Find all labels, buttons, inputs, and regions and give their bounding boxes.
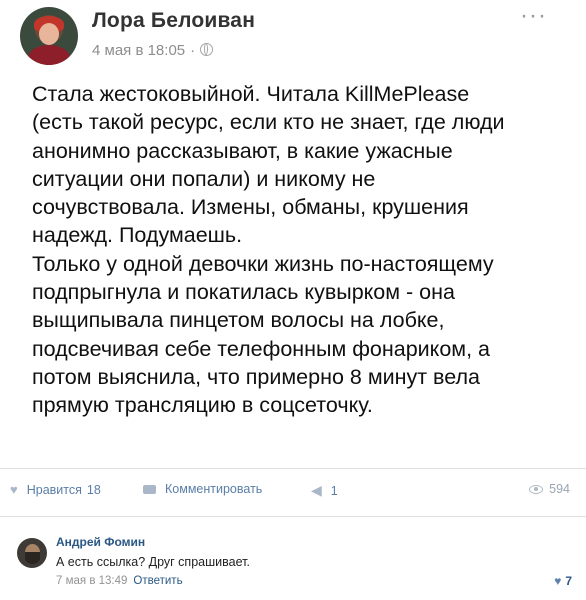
share-button[interactable]: ◀ 1 xyxy=(311,482,338,499)
post-meta: 4 мая в 18:05 · xyxy=(92,42,214,59)
author-avatar[interactable] xyxy=(20,7,78,65)
author-name[interactable]: Лора Белоиван xyxy=(92,9,255,33)
comment-like-button[interactable]: ♥ 7 xyxy=(554,574,572,588)
reply-button[interactable]: Ответить xyxy=(133,575,182,587)
globe-icon xyxy=(200,43,214,56)
heart-icon: ♥ xyxy=(10,482,18,497)
commenter-avatar[interactable] xyxy=(17,538,47,568)
post-date[interactable]: 4 мая в 18:05 xyxy=(92,42,185,59)
comment-meta: 7 мая в 13:49 Ответить xyxy=(56,575,183,587)
views-count: 594 xyxy=(549,482,570,496)
like-count: 18 xyxy=(86,482,101,497)
megaphone-icon: ◀ xyxy=(311,482,322,498)
comment: Андрей Фомин А есть ссылка? Друг спрашив… xyxy=(0,526,586,600)
more-icon[interactable]: ··· xyxy=(520,2,547,30)
views-counter: 594 xyxy=(529,482,570,496)
heart-icon: ♥ xyxy=(554,574,562,588)
comment-text: А есть ссылка? Друг спрашивает. xyxy=(56,555,250,569)
comment-icon xyxy=(143,484,156,494)
post-actions: ♥ Нравится 18 Комментировать ◀ 1 594 xyxy=(0,482,586,506)
comment-label: Комментировать xyxy=(165,482,263,496)
comment-like-count: 7 xyxy=(565,574,572,588)
eye-icon xyxy=(529,484,544,494)
comment-button[interactable]: Комментировать xyxy=(143,482,262,496)
comment-author[interactable]: Андрей Фомин xyxy=(56,535,145,549)
post-text: Стала жестоковыйной. Читала KillMePlease… xyxy=(32,82,505,418)
comment-date[interactable]: 7 мая в 13:49 xyxy=(56,575,127,587)
like-button[interactable]: ♥ Нравится 18 xyxy=(10,482,101,497)
meta-separator: · xyxy=(190,42,196,59)
share-count: 1 xyxy=(330,483,338,498)
post-header: Лора Белоиван 4 мая в 18:05 · ··· xyxy=(0,0,586,70)
divider xyxy=(0,468,586,469)
like-label: Нравится xyxy=(26,482,82,497)
divider xyxy=(0,516,586,517)
